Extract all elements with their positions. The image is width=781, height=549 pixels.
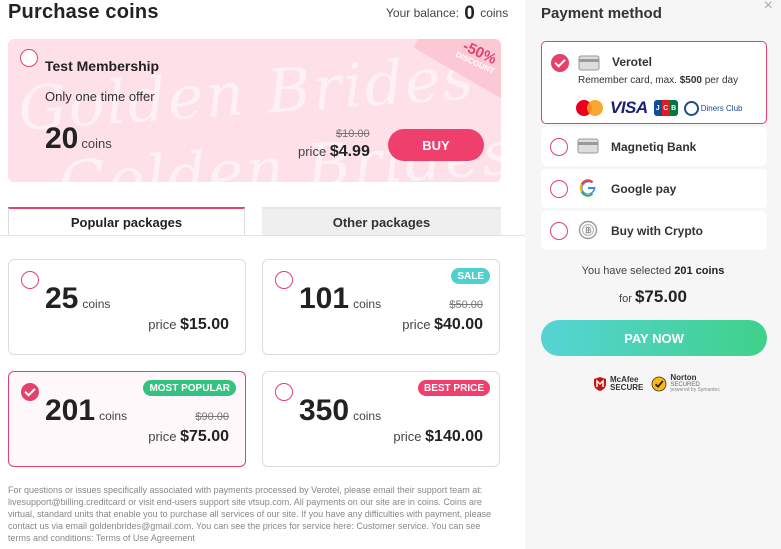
package-coins: 25 coins	[45, 282, 110, 316]
payment-name: Verotel	[612, 55, 653, 69]
payment-disclaimer: For questions or issues specifically ass…	[8, 485, 492, 543]
package-coins-value: 101	[299, 282, 350, 315]
tab-other-packages[interactable]: Other packages	[262, 207, 501, 235]
trial-coins: 20 coins	[45, 122, 112, 156]
total-price-value: $75.00	[634, 287, 687, 306]
package-price-label: price	[402, 317, 431, 332]
payment-radio[interactable]	[550, 138, 568, 156]
norton-secured-badge: Norton SECURED powered by Symantec	[651, 374, 720, 393]
balance: Your balance: 0 coins	[386, 3, 508, 25]
trial-old-price: $10.00	[336, 128, 370, 140]
trial-offer-text: Only one time offer	[45, 89, 155, 104]
package-coins: 350 coins	[299, 394, 381, 428]
package-coins-value: 201	[45, 394, 96, 427]
package-price: price $140.00	[393, 428, 483, 446]
package-card[interactable]: SALE 101 coins $50.00 price $40.00	[262, 259, 500, 355]
jcb-icon: JCB	[653, 100, 678, 116]
package-price-label: price	[393, 429, 422, 444]
package-price-label: price	[148, 317, 177, 332]
trial-coins-unit: coins	[81, 136, 112, 151]
payment-radio[interactable]	[550, 222, 568, 240]
most-popular-badge: MOST POPULAR	[143, 380, 236, 396]
norton-check-icon	[651, 376, 667, 391]
diners-club-icon: Diners Club	[683, 100, 742, 116]
package-price-value: $15.00	[180, 316, 229, 333]
package-old-price: $50.00	[449, 299, 483, 311]
package-price-label: price	[148, 429, 177, 444]
mcafee-secure-badge: McAfee SECURE	[593, 375, 643, 392]
package-radio[interactable]	[21, 271, 39, 289]
page-title: Purchase coins	[8, 1, 159, 23]
package-coins-unit: coins	[353, 409, 382, 423]
payment-option-crypto[interactable]: Buy with Crypto	[541, 211, 767, 250]
package-radio-checked[interactable]	[21, 383, 39, 401]
payment-name: Magnetiq Bank	[611, 140, 697, 154]
payment-name: Google pay	[611, 182, 677, 196]
selected-coins: 201 coins	[674, 265, 725, 277]
payment-sidebar: Payment method × Verotel Remember card, …	[525, 0, 781, 549]
trial-coins-value: 20	[45, 122, 79, 155]
package-coins: 101 coins	[299, 282, 381, 316]
package-price-value: $40.00	[434, 316, 483, 333]
payment-note-amount: $500	[679, 75, 702, 86]
selected-summary: You have selected 201 coins	[525, 265, 781, 277]
package-price: price $15.00	[148, 316, 229, 334]
package-price-value: $75.00	[180, 428, 229, 445]
payment-option-google-pay[interactable]: Google pay	[541, 169, 767, 208]
payment-radio-checked[interactable]	[551, 54, 569, 72]
package-old-price: $90.00	[195, 411, 229, 423]
google-icon	[577, 177, 599, 199]
balance-unit: coins	[480, 6, 509, 20]
tab-popular-packages[interactable]: Popular packages	[8, 207, 245, 235]
package-radio[interactable]	[275, 271, 293, 289]
card-icon	[577, 135, 599, 157]
package-card[interactable]: 25 coins price $15.00	[8, 259, 246, 355]
payment-radio[interactable]	[550, 180, 568, 198]
trial-radio[interactable]	[20, 49, 38, 67]
payment-note-suffix: per day	[704, 75, 739, 86]
package-radio[interactable]	[275, 383, 293, 401]
payment-method-title: Payment method	[541, 5, 662, 22]
crypto-icon	[577, 219, 599, 241]
balance-value: 0	[464, 3, 475, 24]
payment-option-verotel[interactable]: Verotel Remember card, max. $500 per day…	[541, 41, 767, 124]
package-price: price $40.00	[402, 316, 483, 334]
close-icon[interactable]: ×	[764, 0, 773, 15]
package-coins: 201 coins	[45, 394, 127, 428]
card-icon	[578, 52, 600, 74]
card-logos: VISA JCB Diners Club	[576, 98, 742, 118]
payment-name: Buy with Crypto	[611, 224, 703, 238]
trial-offer-card[interactable]: Golden Brides Golden Brides -50% DISCOUN…	[8, 39, 501, 182]
package-coins-value: 25	[45, 282, 79, 315]
total-price: for $75.00	[525, 287, 781, 307]
visa-icon: VISA	[610, 98, 648, 117]
package-coins-unit: coins	[99, 409, 128, 423]
package-card-selected[interactable]: MOST POPULAR 201 coins $90.00 price $75.0…	[8, 371, 246, 467]
pay-now-button[interactable]: PAY NOW	[541, 320, 767, 356]
payment-option-magnetiq[interactable]: Magnetiq Bank	[541, 127, 767, 166]
package-coins-unit: coins	[82, 297, 111, 311]
package-price-value: $140.00	[425, 428, 483, 445]
payment-note: Remember card, max. $500 per day	[578, 75, 738, 86]
package-card[interactable]: BEST PRICE 350 coins price $140.00	[262, 371, 500, 467]
trial-price-value: $4.99	[329, 143, 370, 160]
package-price: price $75.00	[148, 428, 229, 446]
balance-label: Your balance:	[386, 6, 459, 20]
trial-name: Test Membership	[45, 58, 160, 74]
package-coins-unit: coins	[353, 297, 382, 311]
best-price-badge: BEST PRICE	[417, 380, 490, 396]
package-coins-value: 350	[299, 394, 350, 427]
mcafee-shield-icon	[594, 376, 606, 391]
buy-button[interactable]: BUY	[388, 129, 484, 161]
security-seals: McAfee SECURE Norton SECURED powered by Sym…	[593, 374, 720, 393]
sale-badge: SALE	[451, 268, 490, 284]
trial-price: price $4.99	[298, 143, 370, 161]
selected-prefix: You have selected	[581, 265, 672, 277]
payment-note-prefix: Remember card, max.	[578, 75, 677, 86]
for-label: for	[619, 293, 632, 305]
trial-price-label: price	[298, 144, 327, 159]
mastercard-icon	[576, 100, 604, 116]
tab-divider	[0, 235, 525, 236]
